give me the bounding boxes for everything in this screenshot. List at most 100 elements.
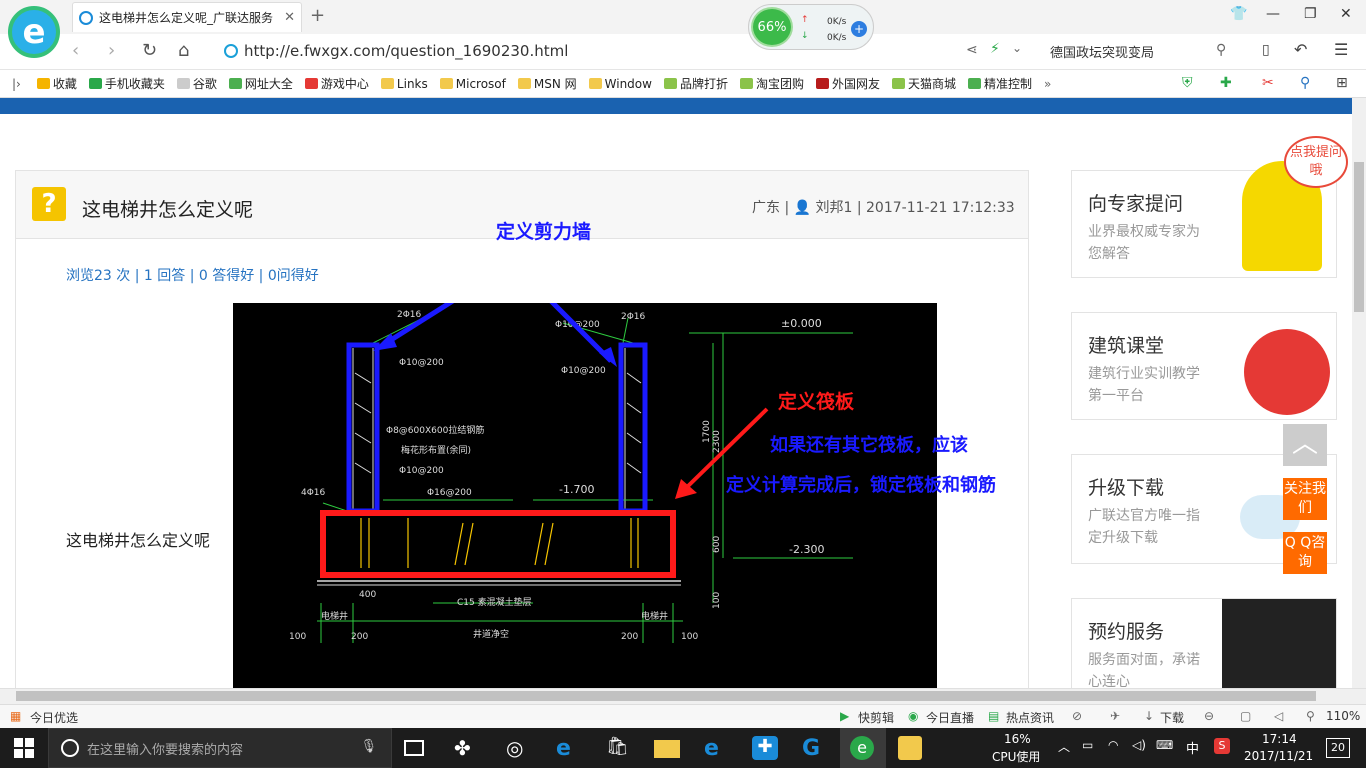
question-stats[interactable]: 浏览23 次 | 1 回答 | 0 答得好 | 0问得好 <box>66 265 319 285</box>
ime-indicator[interactable]: 中 <box>1186 738 1199 757</box>
vertical-scroll-thumb[interactable] <box>1354 162 1364 312</box>
search-suggestion[interactable]: 德国政坛突现变局 <box>1050 42 1154 61</box>
pinwheel-icon[interactable]: ✤ <box>454 736 480 760</box>
minimize-button[interactable]: — <box>1266 6 1280 22</box>
forward-icon[interactable]: › <box>108 40 115 61</box>
appointment-card[interactable]: 预约服务 服务面对面，承诺心连心 <box>1071 598 1337 688</box>
lightning-icon[interactable]: ⚡ <box>990 41 1000 57</box>
file-explorer-icon[interactable] <box>654 740 680 758</box>
question-box: ? 这电梯井怎么定义呢 广东 | 👤 刘邦1 | 2017-11-21 17:1… <box>15 170 1029 688</box>
live-link[interactable]: 今日直播 <box>926 709 974 726</box>
restore-button[interactable]: ❐ <box>1304 6 1317 22</box>
page-content: ? 这电梯井怎么定义呢 广东 | 👤 刘邦1 | 2017-11-21 17:1… <box>0 114 1352 688</box>
bookmark-folder[interactable]: Links <box>380 77 428 91</box>
bookmark-item[interactable]: 网址大全 <box>228 75 293 92</box>
bookmark-item[interactable]: 精准控制 <box>968 75 1032 92</box>
g-app-icon[interactable]: G <box>802 736 828 761</box>
tray-expand-icon[interactable]: ︿ <box>1058 738 1070 755</box>
magnifier-icon[interactable]: ⚲ <box>1300 75 1310 91</box>
url-field[interactable]: http://e.fwxgx.com/question_1690230.html <box>224 42 568 60</box>
site-icon <box>224 44 238 58</box>
annotation-shear-wall: 定义剪力墙 <box>496 221 592 243</box>
notification-center[interactable]: 20 <box>1326 738 1350 758</box>
chevron-down-icon[interactable]: ⌄ <box>1012 41 1022 55</box>
refresh-circle-icon[interactable]: ⊖ <box>1204 709 1214 723</box>
shirt-icon[interactable]: 👕 <box>1230 6 1247 22</box>
store-icon[interactable]: 🛍 <box>606 736 632 760</box>
question-mark-icon: ? <box>32 187 66 221</box>
phone-icon[interactable]: ▯ <box>1262 42 1270 58</box>
clock-date[interactable]: 2017/11/21 <box>1244 749 1313 763</box>
close-button[interactable]: ✕ <box>1340 6 1352 22</box>
cad-label: 井道净空 <box>473 628 509 640</box>
ie-taskbar-icon[interactable]: e <box>704 736 730 761</box>
bookmark-item[interactable]: 游戏中心 <box>304 75 369 92</box>
horizontal-scroll-thumb[interactable] <box>16 691 1316 701</box>
close-tab-icon[interactable]: ✕ <box>284 10 295 25</box>
active-browser-task[interactable]: e <box>840 728 886 768</box>
sidebar-toggle-icon[interactable]: |› <box>12 77 21 91</box>
taskbar-search-box[interactable]: 在这里输入你要搜索的内容 🎙 <box>48 728 392 768</box>
menu-icon[interactable]: ☰ <box>1334 40 1348 59</box>
sogou-icon[interactable]: S <box>1214 738 1230 754</box>
keyboard-icon[interactable]: ⌨ <box>1156 738 1173 752</box>
translate-icon[interactable]: ✚ <box>1220 75 1232 91</box>
windows-start-icon[interactable] <box>14 738 34 758</box>
notes-app-icon[interactable] <box>898 736 922 760</box>
new-tab-button[interactable]: + <box>310 5 325 26</box>
daily-picks-link[interactable]: 今日优选 <box>30 709 78 726</box>
bookmark-folder[interactable]: Window <box>588 77 652 91</box>
back-to-top-button[interactable]: ︿ <box>1283 424 1327 466</box>
zoom-level[interactable]: 110% <box>1326 709 1360 723</box>
more-bookmarks-icon[interactable]: » <box>1044 77 1051 91</box>
refresh-icon[interactable]: ↻ <box>142 40 157 61</box>
home-icon[interactable]: ⌂ <box>178 40 189 61</box>
bookmark-folder[interactable]: Microsof <box>439 77 506 91</box>
microphone-icon[interactable]: 🎙 <box>360 739 377 754</box>
network-speed-widget[interactable]: 66% ↑ ↓ 0K/s 0K/s + <box>748 4 874 50</box>
bookmark-folder[interactable]: MSN 网 <box>517 75 577 92</box>
plus-app-icon[interactable]: ✚ <box>752 736 778 760</box>
plus-icon[interactable]: + <box>851 21 867 37</box>
bookmark-item[interactable]: 淘宝团购 <box>739 75 804 92</box>
ask-bubble[interactable]: 点我提问哦 <box>1284 136 1348 188</box>
pin-icon[interactable]: ✈ <box>1110 709 1120 723</box>
browser-logo-icon[interactable]: e <box>8 6 60 58</box>
speaker-icon[interactable]: ◁) <box>1132 738 1146 752</box>
cad-label: Φ10@200 <box>399 466 444 476</box>
apps-icon[interactable]: ⊞ <box>1336 75 1348 91</box>
bookmark-item[interactable]: 外国网友 <box>816 75 880 92</box>
building-class-card[interactable]: 建筑课堂 建筑行业实训教学第一平台 <box>1071 312 1337 420</box>
spiral-app-icon[interactable]: ◎ <box>506 736 532 760</box>
volume-icon[interactable]: ◁ <box>1274 709 1283 723</box>
bookmark-item[interactable]: 收藏 <box>36 75 77 92</box>
clock-time[interactable]: 17:14 <box>1262 732 1297 746</box>
bookmark-item[interactable]: 谷歌 <box>176 75 217 92</box>
task-view-icon[interactable] <box>404 740 424 756</box>
quick-edit-link[interactable]: 快剪辑 <box>858 709 894 726</box>
news-link[interactable]: 热点资讯 <box>1006 709 1054 726</box>
wifi-icon[interactable]: ◠ <box>1108 738 1118 752</box>
cad-dimension: 600 <box>712 536 722 553</box>
back-icon[interactable]: ‹ <box>72 40 79 61</box>
download-link[interactable]: 下载 <box>1160 709 1184 726</box>
scissors-icon[interactable]: ✂ <box>1262 75 1274 91</box>
search-icon[interactable]: ⚲ <box>1216 42 1226 58</box>
follow-us-button[interactable]: 关注我们 <box>1283 478 1327 520</box>
window-icon[interactable]: ▢ <box>1240 709 1251 723</box>
undo-icon[interactable]: ↶ <box>1294 40 1307 59</box>
question-title: 这电梯井怎么定义呢 <box>82 199 254 221</box>
taskbar-search-placeholder: 在这里输入你要搜索的内容 <box>87 742 244 758</box>
cad-label: Φ16@200 <box>427 488 472 498</box>
ask-expert-card[interactable]: 向专家提问 业界最权威专家为您解答 <box>1071 161 1337 278</box>
shield-icon[interactable]: ⛨ <box>1182 75 1193 91</box>
bookmark-item[interactable]: 品牌打折 <box>663 75 728 92</box>
bookmark-item[interactable]: 天猫商城 <box>892 75 956 92</box>
edge-icon[interactable]: e <box>556 736 582 761</box>
bookmark-item[interactable]: 手机收藏夹 <box>88 75 165 92</box>
battery-icon[interactable]: ▭ <box>1082 738 1093 752</box>
share-icon[interactable]: ⋖ <box>966 42 978 58</box>
qq-consult-button[interactable]: Q Q咨询 <box>1283 532 1327 574</box>
compass-icon[interactable]: ⊘ <box>1072 709 1082 723</box>
browser-tab[interactable]: 这电梯井怎么定义呢_广联达服务 ✕ <box>72 2 302 32</box>
